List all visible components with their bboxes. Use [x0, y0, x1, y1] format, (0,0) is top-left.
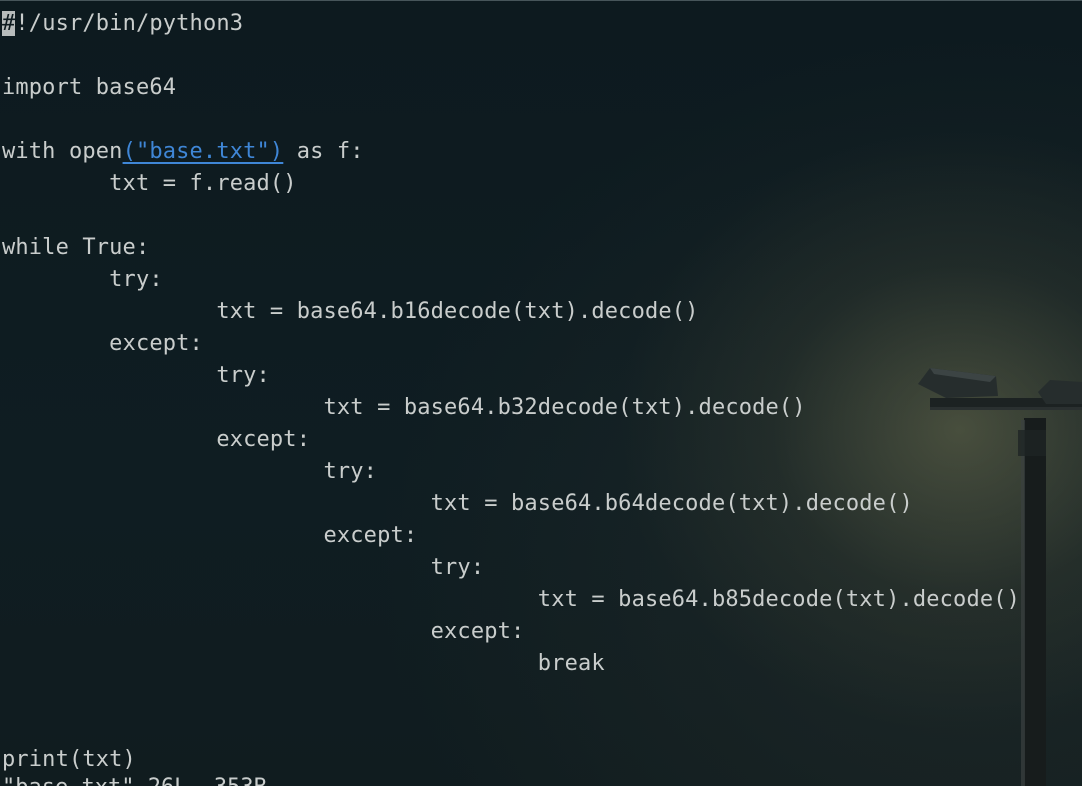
code-line-try: try:	[2, 267, 163, 292]
code-line-b32decode: txt = base64.b32decode(txt).decode()	[2, 395, 806, 420]
code-line-while: while True:	[2, 235, 150, 260]
code-line-except: except:	[2, 331, 203, 356]
code-line-b64decode: txt = base64.b64decode(txt).decode()	[2, 491, 913, 516]
code-line-except: except:	[2, 619, 525, 644]
code-line-b85decode: txt = base64.b85decode(txt).decode()	[2, 587, 1021, 612]
code-line-except: except:	[2, 427, 311, 452]
code-line-try: try:	[2, 363, 270, 388]
code-line-break: break	[2, 651, 605, 676]
code-line-except: except:	[2, 523, 418, 548]
code-line-try: try:	[2, 459, 378, 484]
code-line-b16decode: txt = base64.b16decode(txt).decode()	[2, 299, 699, 324]
text-cursor: #	[2, 11, 16, 36]
shebang-text: !/usr/bin/python3	[15, 11, 244, 36]
code-line-read: txt = f.read()	[2, 171, 297, 196]
with-open-prefix: with open	[2, 139, 123, 164]
window-top-border	[0, 0, 1082, 1]
with-open-suffix: as f:	[283, 139, 364, 164]
filename-link[interactable]: ("base.txt")	[123, 139, 284, 164]
status-line: "base.txt" 26L, 353B	[2, 772, 267, 786]
code-buffer[interactable]: #!/usr/bin/python3 import base64 with open…	[2, 8, 1020, 776]
code-line-try: try:	[2, 555, 485, 580]
terminal-window[interactable]: #!/usr/bin/python3 import base64 with open…	[0, 0, 1082, 786]
code-line-import: import base64	[2, 75, 177, 100]
code-line-shebang: #!/usr/bin/python3	[2, 8, 1020, 40]
code-line-with-open: with open("base.txt") as f:	[2, 136, 1020, 168]
